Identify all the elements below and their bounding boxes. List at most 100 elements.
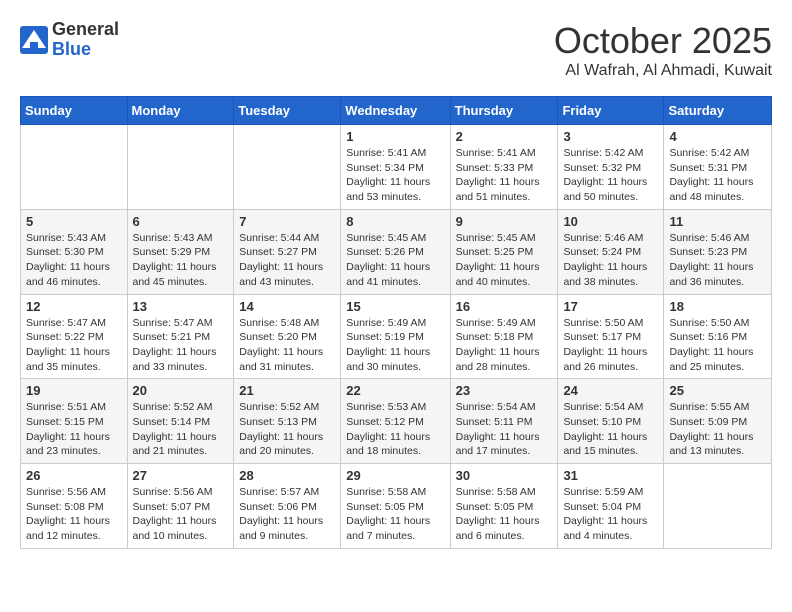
logo-text: General Blue bbox=[52, 20, 119, 60]
header-day-thursday: Thursday bbox=[450, 97, 558, 125]
calendar-cell: 22 Sunrise: 5:53 AM Sunset: 5:12 PM Dayli… bbox=[341, 379, 450, 464]
day-number: 19 bbox=[26, 383, 122, 398]
calendar-cell: 1 Sunrise: 5:41 AM Sunset: 5:34 PM Daylig… bbox=[341, 125, 450, 210]
day-info: Sunrise: 5:53 AM Sunset: 5:12 PM Dayligh… bbox=[346, 400, 444, 459]
calendar-cell: 23 Sunrise: 5:54 AM Sunset: 5:11 PM Dayli… bbox=[450, 379, 558, 464]
calendar-cell: 5 Sunrise: 5:43 AM Sunset: 5:30 PM Daylig… bbox=[21, 209, 128, 294]
header-day-friday: Friday bbox=[558, 97, 664, 125]
day-number: 25 bbox=[669, 383, 766, 398]
calendar-cell: 8Sunrise: 5:45 AM Sunset: 5:26 PM Daylig… bbox=[341, 209, 450, 294]
calendar-cell: 31 Sunrise: 5:59 AM Sunset: 5:04 PM Dayli… bbox=[558, 464, 664, 549]
day-number: 15 bbox=[346, 299, 444, 314]
day-info: Sunrise: 5:54 AM Sunset: 5:11 PM Dayligh… bbox=[456, 400, 553, 459]
calendar-cell: 12Sunrise: 5:47 AM Sunset: 5:22 PM Dayli… bbox=[21, 294, 128, 379]
calendar-cell: 20Sunrise: 5:52 AM Sunset: 5:14 PM Dayli… bbox=[127, 379, 234, 464]
calendar-cell bbox=[21, 125, 128, 210]
logo: General Blue bbox=[20, 20, 119, 60]
day-number: 7 bbox=[239, 214, 335, 229]
page-header: General Blue October 2025 Al Wafrah, Al … bbox=[20, 20, 772, 80]
day-info: Sunrise: 5:42 AM Sunset: 5:31 PM Dayligh… bbox=[669, 146, 766, 205]
day-info: Sunrise: 5:52 AM Sunset: 5:13 PM Dayligh… bbox=[239, 400, 335, 459]
calendar-cell bbox=[127, 125, 234, 210]
header-day-sunday: Sunday bbox=[21, 97, 128, 125]
calendar-cell: 27 Sunrise: 5:56 AM Sunset: 5:07 PM Dayli… bbox=[127, 464, 234, 549]
calendar-cell: 11 Sunrise: 5:46 AM Sunset: 5:23 PM Dayli… bbox=[664, 209, 772, 294]
day-number: 4 bbox=[669, 129, 766, 144]
day-info: Sunrise: 5:49 AM Sunset: 5:18 PM Dayligh… bbox=[456, 316, 553, 375]
calendar-cell: 16 Sunrise: 5:49 AM Sunset: 5:18 PM Dayli… bbox=[450, 294, 558, 379]
calendar-cell: 21Sunrise: 5:52 AM Sunset: 5:13 PM Dayli… bbox=[234, 379, 341, 464]
calendar-cell: 13Sunrise: 5:47 AM Sunset: 5:21 PM Dayli… bbox=[127, 294, 234, 379]
calendar-cell: 19 Sunrise: 5:51 AM Sunset: 5:15 PM Dayli… bbox=[21, 379, 128, 464]
calendar-cell: 17Sunrise: 5:50 AM Sunset: 5:17 PM Dayli… bbox=[558, 294, 664, 379]
day-info: Sunrise: 5:41 AM Sunset: 5:34 PM Dayligh… bbox=[346, 146, 444, 205]
day-number: 27 bbox=[133, 468, 229, 483]
day-info: Sunrise: 5:51 AM Sunset: 5:15 PM Dayligh… bbox=[26, 400, 122, 459]
calendar-body: 1 Sunrise: 5:41 AM Sunset: 5:34 PM Daylig… bbox=[21, 125, 772, 549]
day-number: 16 bbox=[456, 299, 553, 314]
day-info: Sunrise: 5:44 AM Sunset: 5:27 PM Dayligh… bbox=[239, 231, 335, 290]
calendar-cell: 28Sunrise: 5:57 AM Sunset: 5:06 PM Dayli… bbox=[234, 464, 341, 549]
day-info: Sunrise: 5:46 AM Sunset: 5:23 PM Dayligh… bbox=[669, 231, 766, 290]
day-number: 13 bbox=[133, 299, 229, 314]
calendar-header-row: SundayMondayTuesdayWednesdayThursdayFrid… bbox=[21, 97, 772, 125]
day-number: 24 bbox=[563, 383, 658, 398]
day-number: 22 bbox=[346, 383, 444, 398]
day-info: Sunrise: 5:55 AM Sunset: 5:09 PM Dayligh… bbox=[669, 400, 766, 459]
logo-blue: Blue bbox=[52, 40, 119, 60]
calendar-week-0: 1 Sunrise: 5:41 AM Sunset: 5:34 PM Daylig… bbox=[21, 125, 772, 210]
day-info: Sunrise: 5:50 AM Sunset: 5:16 PM Dayligh… bbox=[669, 316, 766, 375]
day-number: 31 bbox=[563, 468, 658, 483]
calendar-cell: 15Sunrise: 5:49 AM Sunset: 5:19 PM Dayli… bbox=[341, 294, 450, 379]
day-number: 6 bbox=[133, 214, 229, 229]
day-info: Sunrise: 5:56 AM Sunset: 5:07 PM Dayligh… bbox=[133, 485, 229, 544]
calendar-cell: 2Sunrise: 5:41 AM Sunset: 5:33 PM Daylig… bbox=[450, 125, 558, 210]
calendar-cell: 26 Sunrise: 5:56 AM Sunset: 5:08 PM Dayli… bbox=[21, 464, 128, 549]
day-number: 1 bbox=[346, 129, 444, 144]
day-info: Sunrise: 5:59 AM Sunset: 5:04 PM Dayligh… bbox=[563, 485, 658, 544]
day-number: 28 bbox=[239, 468, 335, 483]
day-info: Sunrise: 5:54 AM Sunset: 5:10 PM Dayligh… bbox=[563, 400, 658, 459]
day-number: 18 bbox=[669, 299, 766, 314]
day-info: Sunrise: 5:58 AM Sunset: 5:05 PM Dayligh… bbox=[346, 485, 444, 544]
day-info: Sunrise: 5:42 AM Sunset: 5:32 PM Dayligh… bbox=[563, 146, 658, 205]
header-day-tuesday: Tuesday bbox=[234, 97, 341, 125]
day-info: Sunrise: 5:43 AM Sunset: 5:29 PM Dayligh… bbox=[133, 231, 229, 290]
day-number: 14 bbox=[239, 299, 335, 314]
day-info: Sunrise: 5:58 AM Sunset: 5:05 PM Dayligh… bbox=[456, 485, 553, 544]
header-day-monday: Monday bbox=[127, 97, 234, 125]
calendar-cell: 25 Sunrise: 5:55 AM Sunset: 5:09 PM Dayli… bbox=[664, 379, 772, 464]
calendar-week-2: 12Sunrise: 5:47 AM Sunset: 5:22 PM Dayli… bbox=[21, 294, 772, 379]
calendar-cell: 4 Sunrise: 5:42 AM Sunset: 5:31 PM Daylig… bbox=[664, 125, 772, 210]
day-number: 17 bbox=[563, 299, 658, 314]
calendar-cell: 9Sunrise: 5:45 AM Sunset: 5:25 PM Daylig… bbox=[450, 209, 558, 294]
day-number: 5 bbox=[26, 214, 122, 229]
calendar-week-3: 19 Sunrise: 5:51 AM Sunset: 5:15 PM Dayli… bbox=[21, 379, 772, 464]
day-number: 3 bbox=[563, 129, 658, 144]
day-number: 23 bbox=[456, 383, 553, 398]
month-title: October 2025 bbox=[554, 20, 772, 62]
calendar-cell bbox=[664, 464, 772, 549]
day-number: 30 bbox=[456, 468, 553, 483]
day-info: Sunrise: 5:47 AM Sunset: 5:22 PM Dayligh… bbox=[26, 316, 122, 375]
day-number: 10 bbox=[563, 214, 658, 229]
day-number: 26 bbox=[26, 468, 122, 483]
day-number: 11 bbox=[669, 214, 766, 229]
day-info: Sunrise: 5:46 AM Sunset: 5:24 PM Dayligh… bbox=[563, 231, 658, 290]
day-info: Sunrise: 5:43 AM Sunset: 5:30 PM Dayligh… bbox=[26, 231, 122, 290]
calendar-week-4: 26 Sunrise: 5:56 AM Sunset: 5:08 PM Dayli… bbox=[21, 464, 772, 549]
day-info: Sunrise: 5:48 AM Sunset: 5:20 PM Dayligh… bbox=[239, 316, 335, 375]
header-day-wednesday: Wednesday bbox=[341, 97, 450, 125]
calendar-cell bbox=[234, 125, 341, 210]
day-info: Sunrise: 5:56 AM Sunset: 5:08 PM Dayligh… bbox=[26, 485, 122, 544]
calendar-cell: 10 Sunrise: 5:46 AM Sunset: 5:24 PM Dayli… bbox=[558, 209, 664, 294]
calendar-cell: 24 Sunrise: 5:54 AM Sunset: 5:10 PM Dayli… bbox=[558, 379, 664, 464]
day-info: Sunrise: 5:45 AM Sunset: 5:26 PM Dayligh… bbox=[346, 231, 444, 290]
day-number: 29 bbox=[346, 468, 444, 483]
day-info: Sunrise: 5:52 AM Sunset: 5:14 PM Dayligh… bbox=[133, 400, 229, 459]
title-section: October 2025 Al Wafrah, Al Ahmadi, Kuwai… bbox=[554, 20, 772, 80]
day-info: Sunrise: 5:45 AM Sunset: 5:25 PM Dayligh… bbox=[456, 231, 553, 290]
calendar: SundayMondayTuesdayWednesdayThursdayFrid… bbox=[20, 96, 772, 549]
location-title: Al Wafrah, Al Ahmadi, Kuwait bbox=[554, 62, 772, 80]
logo-icon bbox=[20, 26, 48, 54]
